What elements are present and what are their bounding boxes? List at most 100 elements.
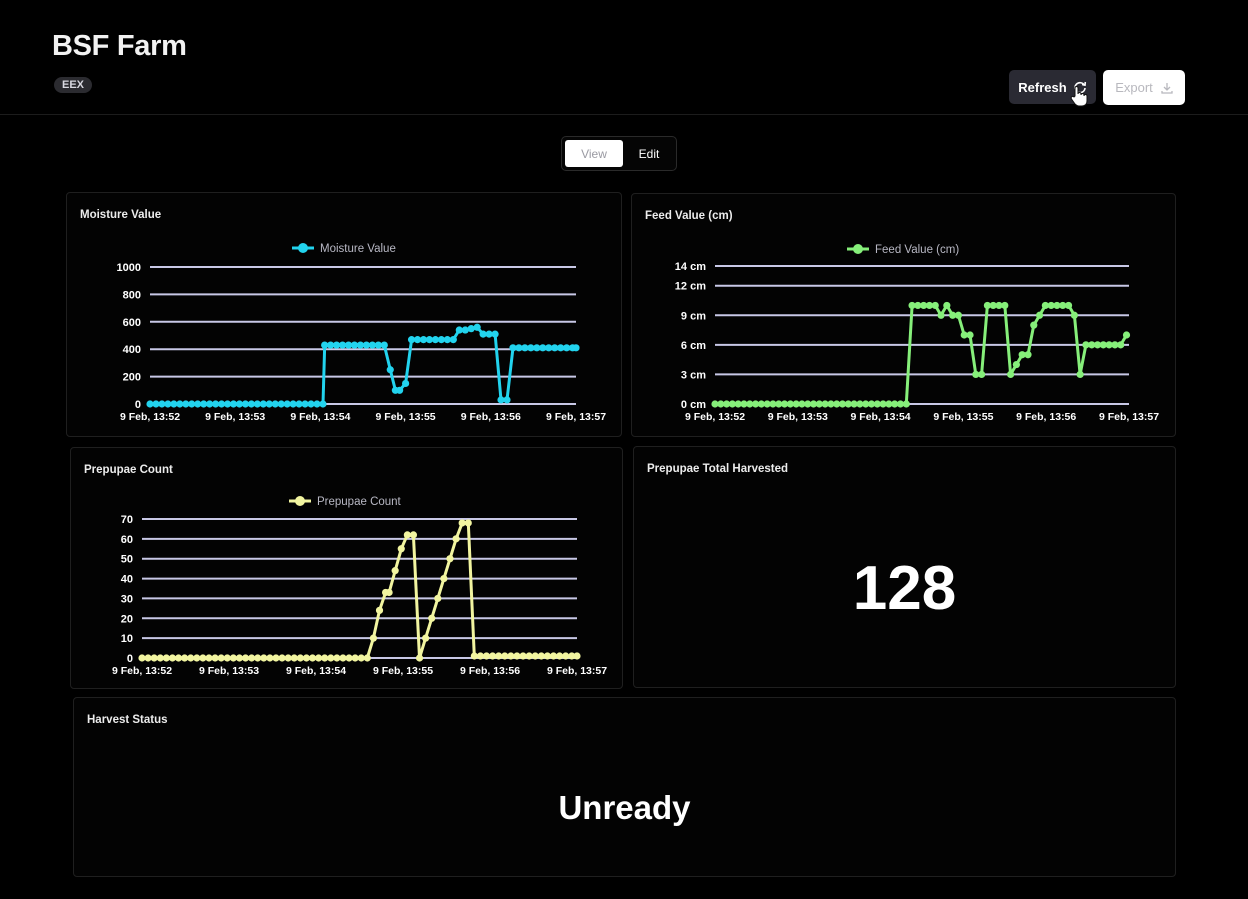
y-tick-label: 0 cm [681,399,706,411]
prepupae-line-chart: 0 10 20 30 40 50 60 70 9 Feb, 13:52 9 Feb, 13:53 9… [112,496,607,677]
x-tick-label: 9 Feb, 13:55 [373,665,433,677]
x-tick-label: 9 Feb, 13:54 [851,411,911,423]
data-point [449,336,457,344]
view-mode-tab[interactable]: View [565,140,623,167]
data-point [1012,360,1020,369]
x-tick-label: 9 Feb, 13:52 [685,411,745,423]
data-point [446,555,454,563]
data-point [491,330,499,338]
data-point [573,652,581,660]
y-tick-label: 1000 [117,262,141,274]
x-tick-label: 9 Feb, 13:57 [1099,411,1159,423]
data-point [440,574,448,583]
harvest-status-title: Harvest Status [87,714,168,726]
data-point [375,606,384,614]
data-point [461,326,469,334]
x-tick-label: 9 Feb, 13:56 [461,411,521,423]
data-point [943,301,951,310]
harvest-status-value: Unready [558,789,691,826]
x-tick-label: 9 Feb, 13:53 [205,411,265,423]
data-point [363,654,371,662]
data-point [572,344,580,352]
export-button[interactable]: Export [1103,70,1185,105]
data-point [467,325,475,333]
y-tick-label: 30 [121,593,133,605]
data-point [434,594,442,603]
data-point [473,323,481,331]
legend-label: Prepupae Count [317,496,402,508]
prepupae-chart-panel: Prepupae Count 0 10 20 30 40 50 60 70 9 Feb, 13:… [70,447,623,689]
data-point [966,331,974,339]
y-tick-label: 9 cm [681,310,706,322]
data-point [464,519,472,527]
data-point [1117,341,1125,349]
x-tick-label: 9 Feb, 13:56 [460,665,520,677]
y-tick-label: 14 cm [675,261,706,273]
y-tick-label: 50 [121,554,133,566]
moisture-line-chart: 0 200 400 600 800 1000 9 Feb, 13:52 9 Feb, 13:5… [117,243,606,423]
y-tick-label: 10 [121,633,133,645]
x-tick-label: 9 Feb, 13:53 [199,665,259,677]
y-tick-label: 12 cm [675,281,706,293]
edit-mode-tab[interactable]: Edit [624,140,674,167]
data-point [1070,311,1078,319]
x-tick-label: 9 Feb, 13:57 [546,411,606,423]
y-tick-label: 3 cm [681,369,706,381]
data-point [391,567,399,575]
data-point [1064,301,1073,310]
data-point [452,535,460,543]
data-point [937,311,945,319]
data-point [1024,351,1032,359]
refresh-button-label: Refresh [1018,79,1067,95]
data-point [380,341,388,349]
data-point [397,545,405,553]
series-line [150,325,576,406]
export-button-label: Export [1115,80,1153,95]
data-point [385,588,393,597]
x-tick-label: 9 Feb, 13:54 [286,665,346,677]
data-point [1006,370,1015,379]
data-point [503,396,511,404]
data-point [319,400,327,408]
x-tick-label: 9 Feb, 13:56 [1016,411,1076,423]
data-point [1035,311,1044,319]
data-point [428,614,436,622]
data-point [902,400,910,408]
y-tick-label: 800 [123,289,141,301]
data-point [415,654,424,662]
x-tick-label: 9 Feb, 13:52 [120,411,180,423]
total-harvested-title: Prepupae Total Harvested [647,463,789,475]
legend-swatch-marker [298,243,308,253]
data-point [1030,321,1038,329]
feed-line-chart: 0 cm 3 cm 6 cm 9 cm 12 cm 14 cm 9 Feb, 13:52 9 … [675,244,1159,423]
data-point [1001,301,1009,310]
y-tick-label: 400 [123,344,141,356]
data-point [422,634,430,642]
legend-label: Feed Value (cm) [875,244,959,256]
x-tick-label: 9 Feb, 13:57 [547,665,607,677]
data-point [978,370,986,379]
data-point [1122,331,1131,339]
total-harvested-value: 128 [852,554,957,623]
view-edit-toggle: View Edit [561,136,677,171]
data-point [402,379,410,388]
feed-chart-panel: Feed Value (cm) 0 cm 3 cm 6 cm 9 cm 12 cm 14 … [631,193,1176,437]
x-tick-label: 9 Feb, 13:52 [112,665,172,677]
y-tick-label: 20 [121,613,133,625]
environment-badge: EEX [54,77,93,93]
y-tick-label: 70 [121,514,133,526]
data-point [369,634,378,642]
data-point [1076,370,1084,379]
download-icon [1161,82,1173,94]
x-tick-label: 9 Feb, 13:55 [376,411,436,423]
y-tick-label: 0 [127,653,133,665]
data-point [396,386,404,394]
data-point [931,301,939,310]
x-tick-label: 9 Feb, 13:54 [290,411,350,423]
data-point [954,311,963,319]
harvest-status-panel: Harvest Status Unready [73,697,1176,877]
legend-label: Moisture Value [320,243,396,255]
moisture-chart-panel: Moisture Value 0 200 400 600 800 1000 9 Feb, 1… [66,192,622,437]
y-tick-label: 200 [123,372,141,384]
data-point [409,531,418,539]
